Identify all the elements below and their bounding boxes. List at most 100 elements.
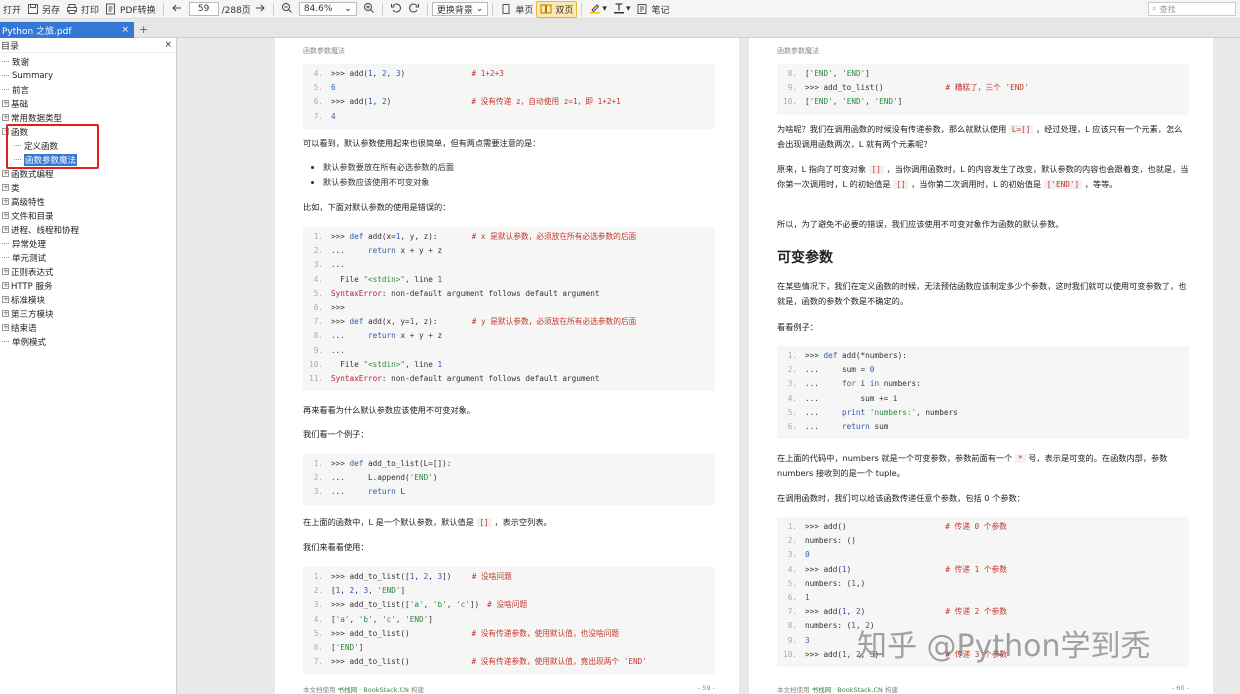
- line-number: 6.: [787, 421, 797, 431]
- expand-icon[interactable]: +: [2, 212, 9, 219]
- zoom-select[interactable]: 84.6% ⌄: [298, 2, 357, 16]
- paragraph: 原来，L 指向了可变对象 [] ，当你调用函数时，L 的内容发生了改变，默认参数…: [777, 162, 1189, 192]
- outline-item-label: 单元测试: [12, 253, 47, 264]
- close-icon[interactable]: ×: [164, 40, 172, 50]
- expand-icon[interactable]: +: [2, 296, 9, 303]
- expand-icon[interactable]: +: [2, 184, 9, 191]
- zoom-in-button[interactable]: [360, 1, 378, 18]
- code-line: 6. 1: [777, 591, 1189, 605]
- rotate-right-button[interactable]: [405, 1, 423, 18]
- line-number: 4.: [787, 393, 797, 403]
- open-button[interactable]: 打开: [0, 1, 24, 18]
- outline-item[interactable]: + 标准模块: [2, 293, 45, 306]
- outline-item[interactable]: + 第三方模块: [2, 307, 54, 320]
- text-run: 为啥呢？我们在调用函数的时候没有传递参数，那么就默认使用: [777, 124, 1007, 134]
- code-block: 4. >>> add(1, 2, 3) # 1+2+3 5. 6 6. >>> add(1,…: [303, 64, 715, 129]
- background-select[interactable]: 更换背景 ⌄: [431, 2, 489, 16]
- code-line: 2. ... L.append('END'): [303, 471, 715, 485]
- text-color-button[interactable]: ▾: [610, 1, 634, 18]
- code-line: 9....: [303, 344, 715, 358]
- code-text: ['a', 'b', 'c', 'END']: [331, 614, 433, 624]
- footer-site-link[interactable]: 书栈网 · BookStack.CN: [812, 686, 883, 694]
- page-number-input[interactable]: 59: [188, 2, 219, 16]
- document-viewer[interactable]: 函数参数魔法 4. >>> add(1, 2, 3) # 1+2+3 5. 6 6. >>>…: [178, 38, 1240, 694]
- code-block: 1. >>> def add(x=1, y, z): # x 是默认参数，必须放在所…: [303, 227, 715, 392]
- code-text: ... for i in numbers:: [805, 379, 921, 389]
- code-line: 1. >>> def add_to_list(L=[]):: [303, 457, 715, 471]
- outline-item[interactable]: + 结束语: [2, 321, 37, 334]
- code-text: SyntaxError: non-default argument follow…: [331, 373, 600, 383]
- outline-item[interactable]: + 类: [2, 181, 20, 194]
- code-line: 3. >>> add_to_list(['a', 'b', 'c']) # 没啥问题: [303, 598, 715, 612]
- code-text: >>> def add(*numbers):: [805, 351, 907, 360]
- outline-item[interactable]: 单元测试: [2, 251, 46, 264]
- inline-code: []: [893, 180, 909, 189]
- outline-item[interactable]: Summary: [2, 69, 53, 82]
- notes-button[interactable]: 笔记: [633, 1, 672, 18]
- expand-icon[interactable]: +: [2, 324, 9, 331]
- highlighter-icon: [589, 2, 601, 17]
- code-text: >>> add_to_list(['a', 'b', 'c']): [331, 600, 480, 610]
- code-comment: # 没啥问题: [471, 572, 512, 581]
- outline-item[interactable]: + 进程、线程和协程: [2, 223, 79, 236]
- rotate-left-button[interactable]: [387, 1, 405, 18]
- text-run: 在上面的代码中，numbers 就是一个可变参数，参数前面有一个: [777, 453, 1013, 463]
- code-text: ...: [331, 345, 345, 355]
- outline-item[interactable]: 单例模式: [2, 335, 46, 348]
- expand-icon[interactable]: +: [2, 282, 9, 289]
- code-line: 11. SyntaxError: non-default argument fol…: [303, 372, 715, 386]
- highlight-button[interactable]: ▾: [586, 1, 610, 18]
- code-line: 5. ... print 'numbers:', numbers: [777, 406, 1189, 420]
- toolbar-divider: [272, 2, 274, 16]
- save-as-button[interactable]: 另存: [24, 1, 63, 18]
- code-line: 4. >>> add(1) # 传递 1 个参数: [777, 563, 1189, 577]
- line-number: 10.: [783, 649, 797, 659]
- pdf-convert-button[interactable]: PDF转换: [102, 1, 159, 18]
- outline-item[interactable]: + 高级特性: [2, 195, 45, 208]
- line-number: 3.: [787, 550, 797, 560]
- search-input[interactable]: ⌕ 查找: [1148, 2, 1236, 16]
- line-number: 7.: [313, 657, 323, 667]
- outline-item[interactable]: + 常用数据类型: [2, 111, 62, 124]
- outline-item-label: 标准模块: [11, 295, 46, 306]
- code-line: 7. >>> add_to_list() # 没有传递参数，使用默认值，竟出现两个 …: [303, 655, 715, 669]
- outline-item[interactable]: 前言: [2, 83, 29, 96]
- code-text: SyntaxError: non-default argument follow…: [331, 288, 600, 298]
- expand-icon[interactable]: +: [2, 268, 9, 275]
- paragraph: 所以，为了避免不必要的错误，我们应该使用不可变对象作为函数的默认参数。: [777, 219, 1064, 229]
- new-tab-button[interactable]: +: [139, 23, 148, 36]
- line-number: 5.: [313, 83, 323, 93]
- expand-icon[interactable]: +: [2, 198, 9, 205]
- expand-icon[interactable]: +: [2, 170, 9, 177]
- code-comment: # y 是默认参数，必须放在所有必选参数的后面: [471, 317, 637, 327]
- code-line: 1. >>> def add(*numbers):: [777, 349, 1189, 363]
- line-number: 1.: [313, 232, 323, 241]
- arrow-right-icon: [254, 2, 266, 17]
- close-tab-icon[interactable]: ×: [121, 25, 129, 35]
- document-tab[interactable]: Python 之旅.pdf ×: [0, 22, 134, 38]
- prev-page-button[interactable]: [168, 1, 186, 18]
- outline-item[interactable]: + 正则表达式: [2, 265, 54, 278]
- expand-icon[interactable]: +: [2, 226, 9, 233]
- outline-item[interactable]: + HTTP 服务: [2, 279, 52, 292]
- single-page-button[interactable]: 单页: [497, 1, 536, 18]
- toolbar-divider: [581, 2, 583, 16]
- outline-item[interactable]: + 基础: [2, 97, 28, 110]
- pdf-reader-app: 打开 另存 打印 PDF转换 59 /288页 84.6% ⌄ 更换背景 ⌄ 单页 …: [0, 0, 1240, 694]
- outline-item[interactable]: + 文件和目录: [2, 209, 54, 222]
- print-label: 打印: [81, 5, 100, 16]
- footer-text: 本文档使用: [303, 686, 336, 694]
- chevron-down-icon: ⌄: [344, 4, 352, 14]
- outline-item[interactable]: 异常处理: [2, 237, 46, 250]
- footer-site-link[interactable]: 书栈网 · BookStack.CN: [338, 686, 409, 694]
- expand-icon[interactable]: +: [2, 114, 9, 121]
- next-page-button[interactable]: [251, 1, 269, 18]
- expand-icon[interactable]: +: [2, 310, 9, 317]
- expand-icon[interactable]: +: [2, 100, 9, 107]
- print-button[interactable]: 打印: [63, 1, 102, 18]
- outline-item[interactable]: 致谢: [2, 55, 29, 68]
- zoom-out-button[interactable]: [278, 1, 296, 18]
- double-page-button[interactable]: 双页: [536, 0, 578, 18]
- code-text: ... sum = 0: [805, 365, 875, 375]
- code-line: 6. ... return sum: [777, 420, 1189, 434]
